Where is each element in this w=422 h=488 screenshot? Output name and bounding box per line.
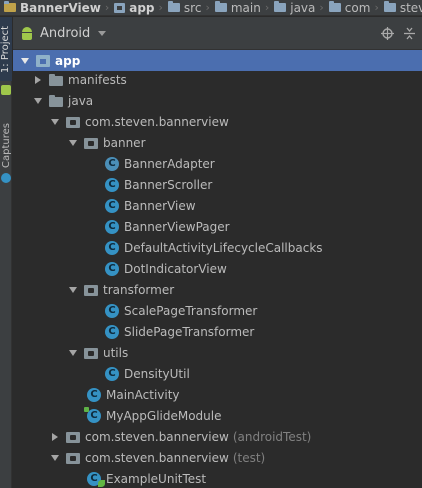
project-panel-header: Android [13,17,422,50]
breadcrumb-module[interactable]: app › [110,0,164,15]
class-icon: C [105,177,119,192]
expand-arrow-icon[interactable] [50,117,60,127]
tree-node-transformer[interactable]: transformer [13,279,422,300]
expand-arrow-icon[interactable] [68,285,78,295]
captures-icon [1,173,11,183]
package-icon [65,114,81,130]
annotated-class-icon: C [84,406,101,423]
package-icon [83,345,99,361]
tree-node-banner[interactable]: banner [13,132,422,153]
view-mode-dropdown[interactable]: Android [19,25,107,41]
chevron-right-icon: › [205,1,210,14]
package-icon [83,282,99,298]
breadcrumb-steven[interactable]: stev [380,0,422,15]
breadcrumb-project[interactable]: BannerView › [0,0,110,15]
class-icon: C [87,387,101,402]
class-icon: C [105,366,119,381]
expand-arrow-icon[interactable] [68,348,78,358]
chevron-right-icon: › [319,1,324,14]
scroll-from-source-button[interactable] [380,26,394,40]
tree-node-package-android-test[interactable]: com.steven.bannerview (androidTest) [13,426,422,447]
tree-node-class[interactable]: C BannerViewPager [13,216,422,237]
module-icon [35,53,51,69]
tree-node-package-test[interactable]: com.steven.bannerview (test) [13,447,422,468]
tree-node-class[interactable]: C DefaultActivityLifecycleCallbacks [13,237,422,258]
class-icon: C [105,198,119,213]
collapse-icon [403,27,415,39]
chevron-right-icon: › [374,1,379,14]
tree-node-example-unit-test[interactable]: C ExampleUnitTest [13,468,422,488]
collapse-arrow-icon[interactable] [33,75,43,85]
class-icon: C [105,324,119,339]
folder-icon [48,72,64,88]
breadcrumb-java[interactable]: java › [270,0,325,15]
tree-node-class[interactable]: C SlidePageTransformer [13,321,422,342]
tree-node-manifests[interactable]: manifests [13,69,422,90]
breadcrumb-main[interactable]: main › [211,0,270,15]
folder-icon [328,1,341,12]
expand-arrow-icon[interactable] [68,138,78,148]
navigation-bar: BannerView › app › src › main › java › c… [0,0,422,16]
chevron-right-icon: › [158,1,163,14]
package-icon [83,135,99,151]
tree-node-class[interactable]: C DotIndicatorView [13,258,422,279]
tree-node-class[interactable]: C DensityUtil [13,363,422,384]
module-icon [114,2,126,13]
tree-node-main-activity[interactable]: C MainActivity [13,384,422,405]
tree-node-class[interactable]: C BannerScroller [13,174,422,195]
tree-node-utils[interactable]: utils [13,342,422,363]
chevron-right-icon: › [264,1,270,14]
collapse-all-button[interactable] [402,26,416,40]
test-class-icon: C [87,471,105,487]
class-icon: C [105,240,119,255]
collapse-arrow-icon[interactable] [50,432,60,442]
target-icon [380,26,394,40]
folder-icon [383,1,396,12]
chevron-right-icon: › [104,1,110,14]
tree-node-app[interactable]: app [13,50,422,71]
tree-node-package-main[interactable]: com.steven.bannerview [13,111,422,132]
tree-node-java[interactable]: java [13,90,422,111]
project-tool-tab[interactable]: 1: Project [0,17,12,81]
tree-node-class[interactable]: C BannerAdapter [13,153,422,174]
expand-arrow-icon[interactable] [33,96,43,106]
package-icon [65,429,81,445]
project-folder-icon [4,1,16,12]
abstract-class-icon: C [105,156,119,171]
tree-node-class[interactable]: C ScalePageTransformer [13,300,422,321]
android-icon [1,85,11,95]
package-icon [65,450,81,466]
project-tree: app manifests java com.steven.bannerview… [13,50,422,488]
breadcrumb-src[interactable]: src › [164,0,211,15]
class-icon: C [105,303,119,318]
folder-icon [48,93,64,109]
expand-arrow-icon[interactable] [20,56,30,66]
expand-arrow-icon[interactable] [50,453,60,463]
class-icon: C [105,261,119,276]
android-icon [19,25,35,41]
captures-tool-tab[interactable]: Captures [0,115,12,175]
tree-node-glide-module[interactable]: C MyAppGlideModule [13,405,422,426]
tree-node-class[interactable]: C BannerView [13,195,422,216]
chevron-down-icon [98,30,107,36]
folder-icon [274,1,287,12]
class-icon: C [105,219,119,234]
breadcrumb-com[interactable]: com › [325,0,380,15]
folder-icon [214,1,227,12]
folder-icon [167,1,180,12]
tool-window-strip: 1: Project Captures [0,17,12,488]
